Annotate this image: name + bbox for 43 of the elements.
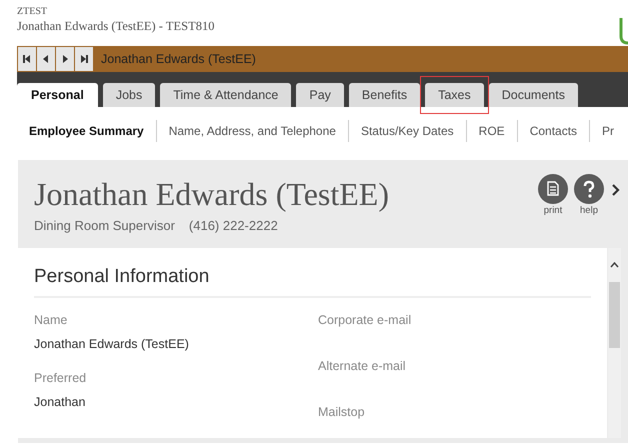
sub-tab[interactable]: Status/Key Dates	[348, 120, 466, 142]
scroll-up-icon[interactable]	[610, 262, 619, 268]
triangle-left-icon	[41, 54, 51, 64]
tab[interactable]: Benefits	[348, 83, 420, 107]
skip-last-icon	[79, 54, 89, 64]
tab[interactable]: Jobs	[102, 83, 156, 107]
previous-record-button[interactable]	[37, 47, 55, 71]
triangle-right-icon	[60, 54, 70, 64]
field-value: Jonathan	[34, 394, 86, 410]
logo-icon	[618, 16, 628, 46]
section-title: Personal Information	[34, 248, 591, 298]
tab[interactable]: Documents	[488, 83, 578, 107]
chevron-right-icon[interactable]	[612, 184, 620, 196]
field-label: Alternate e-mail	[318, 358, 407, 374]
sub-tab[interactable]: Pr	[589, 120, 626, 142]
company-code: ZTEST	[17, 6, 48, 18]
first-record-button[interactable]	[18, 47, 36, 71]
sub-tab[interactable]: Employee Summary	[17, 120, 156, 142]
last-record-button[interactable]	[75, 47, 93, 71]
sub-tab[interactable]: ROE	[466, 120, 517, 142]
document-icon	[538, 174, 568, 204]
print-button[interactable]: print	[538, 174, 568, 248]
field-label: Corporate e-mail	[318, 312, 412, 328]
job-title: Dining Room Supervisor	[34, 218, 175, 233]
sub-tab[interactable]: Name, Address, and Telephone	[156, 120, 348, 142]
help-button[interactable]: help	[574, 174, 604, 248]
employee-name: Jonathan Edwards (TestEE)	[34, 175, 389, 214]
question-mark-icon	[574, 174, 604, 204]
skip-first-icon	[22, 54, 32, 64]
field-label: Preferred	[34, 370, 88, 386]
tab[interactable]: Pay	[296, 83, 344, 107]
tab[interactable]: Time & Attendance	[160, 83, 292, 107]
tab[interactable]: Taxes	[425, 83, 484, 107]
next-record-button[interactable]	[56, 47, 74, 71]
scrollbar[interactable]	[608, 248, 621, 438]
sub-tab[interactable]: Contacts	[516, 120, 590, 142]
tab[interactable]: Personal	[17, 83, 98, 107]
page-title: Jonathan Edwards (TestEE) - TEST810	[17, 18, 214, 34]
phone-number: (416) 222-2222	[188, 218, 278, 233]
field-value: Jonathan Edwards (TestEE)	[34, 336, 190, 352]
field-label: Mailstop	[318, 404, 366, 420]
field-label: Name	[34, 312, 68, 328]
record-name: Jonathan Edwards (TestEE)	[101, 52, 256, 66]
